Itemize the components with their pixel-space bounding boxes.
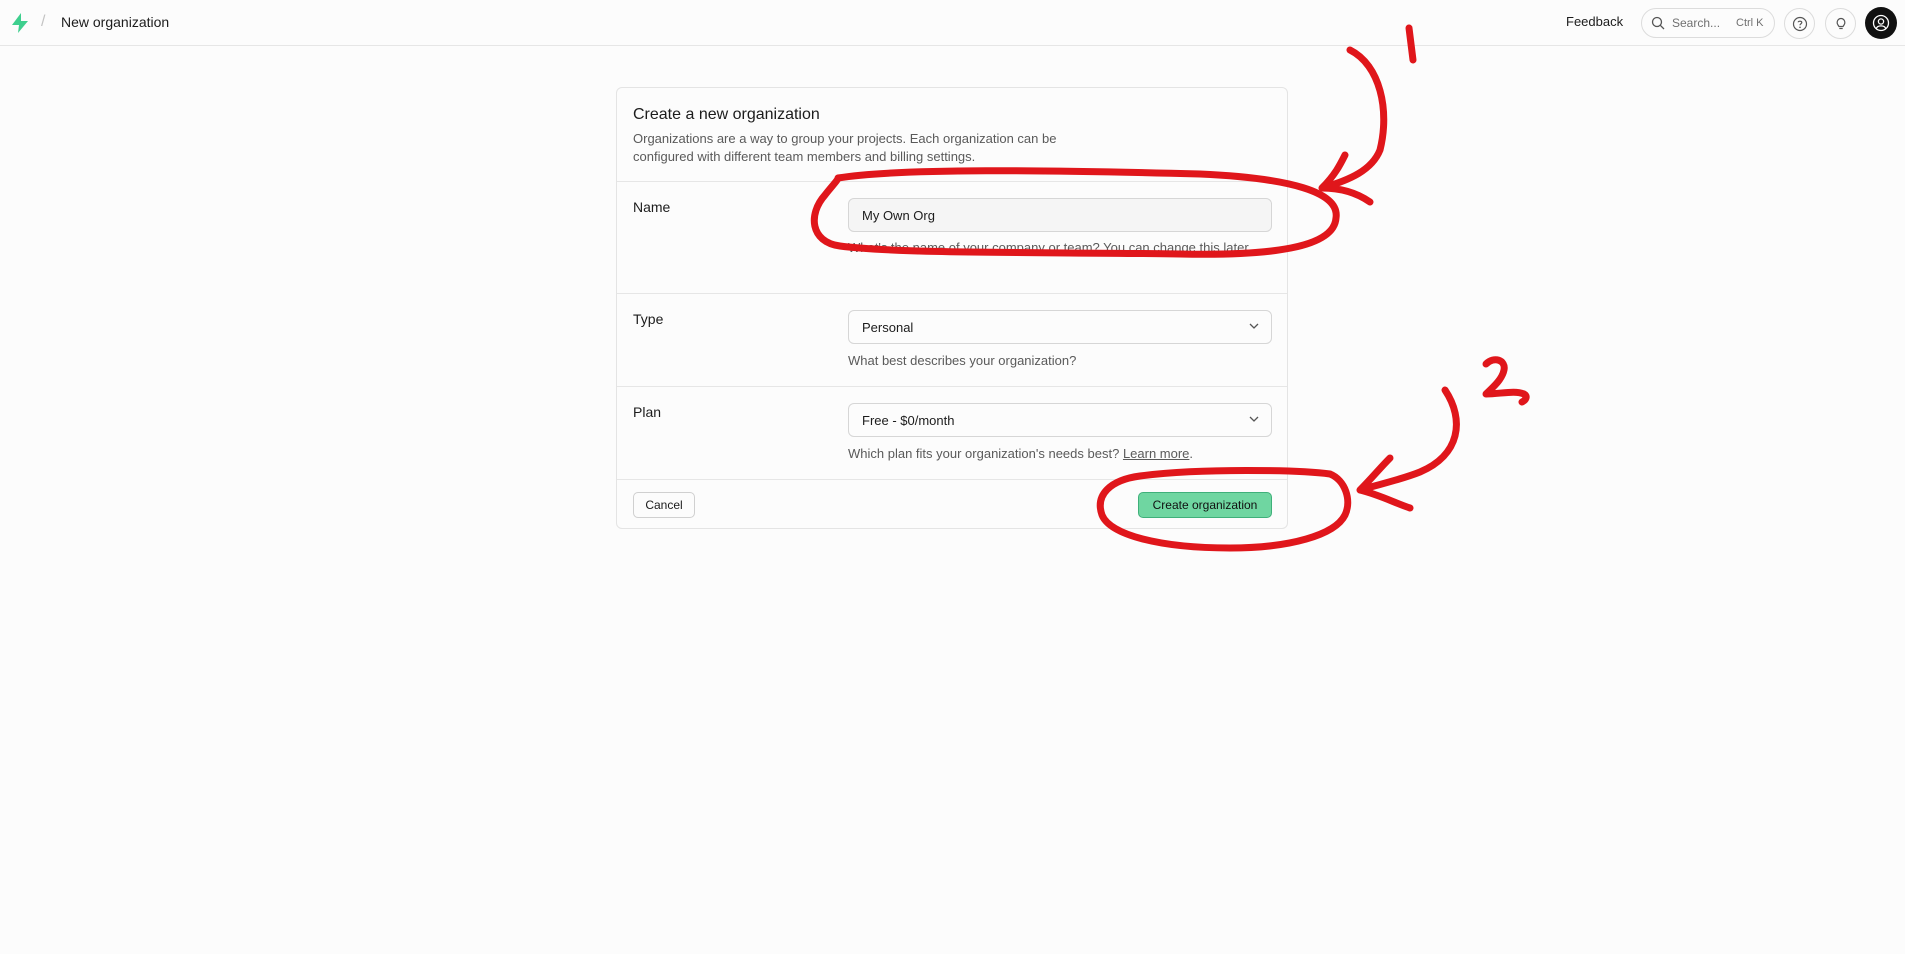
- card-header: Create a new organization Organizations …: [633, 106, 1273, 166]
- type-selected-value: Personal: [862, 320, 914, 335]
- help-button[interactable]: [1784, 8, 1815, 39]
- supabase-logo-icon[interactable]: [10, 12, 30, 34]
- page-title: New organization: [61, 14, 170, 30]
- search-shortcut: Ctrl K: [1736, 17, 1764, 29]
- top-navbar: / New organization Feedback Search... Ct…: [0, 0, 1905, 46]
- divider: [617, 293, 1287, 294]
- search-placeholder: Search...: [1672, 16, 1721, 30]
- plan-select[interactable]: Free - $0/month: [848, 403, 1272, 437]
- whats-new-button[interactable]: [1825, 8, 1856, 39]
- name-label: Name: [633, 199, 671, 215]
- divider: [617, 181, 1287, 182]
- create-organization-card: Create a new organization Organizations …: [616, 87, 1288, 529]
- card-description: Organizations are a way to group your pr…: [633, 131, 1057, 164]
- user-avatar-icon: [1872, 14, 1890, 32]
- feedback-button[interactable]: Feedback: [1566, 14, 1623, 29]
- chevron-down-icon: [1249, 323, 1259, 329]
- period: .: [1189, 446, 1194, 461]
- user-avatar[interactable]: [1865, 7, 1897, 39]
- divider: [617, 479, 1287, 480]
- learn-more-link[interactable]: Learn more: [1123, 446, 1189, 461]
- help-icon: [1792, 16, 1808, 32]
- search-button[interactable]: Search... Ctrl K: [1641, 8, 1775, 38]
- card-title: Create a new organization: [633, 106, 820, 123]
- search-icon: [1651, 16, 1665, 30]
- organization-type-select[interactable]: Personal: [848, 310, 1272, 344]
- divider: [617, 386, 1287, 387]
- annotation-digit-2: [1482, 356, 1530, 406]
- plan-help-text: Which plan fits your organization's need…: [848, 445, 1272, 463]
- type-help-text: What best describes your organization?: [848, 353, 1077, 368]
- organization-name-input[interactable]: [848, 198, 1272, 232]
- annotation-arrow-1: [1318, 46, 1388, 206]
- plan-selected-value: Free - $0/month: [862, 413, 955, 428]
- cancel-button[interactable]: Cancel: [633, 492, 695, 518]
- type-label: Type: [633, 311, 664, 327]
- plan-help-label: Which plan fits your organization's need…: [848, 446, 1120, 461]
- chevron-down-icon: [1249, 416, 1259, 422]
- plan-label: Plan: [633, 404, 662, 420]
- annotation-arrow-2: [1356, 386, 1460, 512]
- create-organization-button[interactable]: Create organization: [1138, 492, 1272, 518]
- breadcrumb-separator: /: [41, 13, 46, 30]
- name-help-text: What's the name of your company or team?…: [848, 240, 1252, 255]
- lightbulb-icon: [1836, 17, 1846, 30]
